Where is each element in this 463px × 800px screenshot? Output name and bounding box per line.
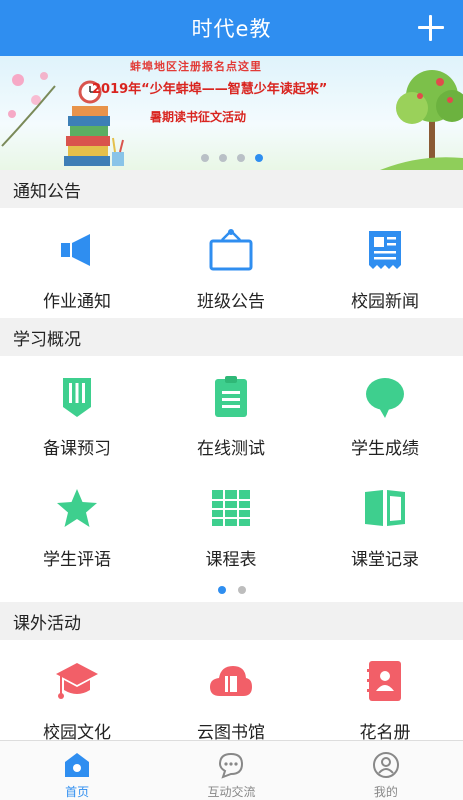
app-header: 时代e教 (0, 0, 463, 56)
notice-board-icon (208, 227, 254, 273)
banner-sub-line: 暑期读书征文活动 (150, 110, 247, 124)
message-icon (219, 752, 244, 779)
chat-bubble-icon (362, 374, 408, 420)
grid-label: 学生评语 (43, 550, 111, 570)
banner-main-line: 2019年“少年蚌埠——智慧少年读起来” (92, 82, 328, 97)
tab-mine[interactable]: 我的 (309, 741, 463, 800)
grid-item-roster[interactable]: 花名册 (308, 658, 462, 743)
megaphone-icon (54, 227, 100, 273)
grid-label: 课堂记录 (351, 550, 419, 570)
grid-label: 课程表 (205, 550, 257, 570)
section-study-title: 学习概况 (0, 318, 463, 356)
grid-item-timetable[interactable]: 课程表 (154, 485, 308, 570)
study-pagination[interactable] (0, 586, 463, 594)
cloud-library-icon (208, 658, 254, 704)
section-activity-title: 课外活动 (0, 602, 463, 640)
grid-item-class-records[interactable]: 课堂记录 (308, 485, 462, 570)
banner-carousel[interactable]: 蚌埠地区注册报名点这里 2019年“少年蚌埠——智慧少年读起来” 暑期读书征文活… (0, 56, 463, 170)
tab-label: 互动交流 (207, 785, 256, 799)
app-title: 时代e教 (191, 17, 272, 41)
tab-label: 首页 (65, 785, 90, 799)
newspaper-icon (362, 227, 408, 273)
clipboard-icon (208, 374, 254, 420)
profile-icon (372, 752, 399, 778)
tab-home[interactable]: 首页 (0, 741, 154, 800)
grid-item-class-notice[interactable]: 班级公告 (154, 227, 308, 312)
roster-icon (362, 658, 408, 704)
grid-label: 学生成绩 (351, 439, 419, 459)
grid-item-student-scores[interactable]: 学生成绩 (308, 374, 462, 459)
banner-dot-3[interactable] (236, 154, 245, 162)
banner-dot-2[interactable] (218, 154, 227, 162)
home-icon (65, 753, 90, 777)
grid-item-campus-news[interactable]: 校园新闻 (308, 227, 462, 312)
grid-label: 备课预习 (43, 439, 111, 459)
grid-label: 作业通知 (43, 292, 111, 312)
pencil-icon (54, 374, 100, 420)
banner-dot-1[interactable] (200, 154, 209, 162)
banner-top-line: 蚌埠地区注册报名点这里 (130, 60, 262, 73)
grid-item-homework-notice[interactable]: 作业通知 (0, 227, 154, 312)
tab-interaction[interactable]: 互动交流 (154, 741, 308, 800)
grid-item-cloud-library[interactable]: 云图书馆 (154, 658, 308, 743)
banner-dot-4[interactable] (254, 154, 263, 162)
timetable-icon (208, 485, 254, 531)
section-notice-title: 通知公告 (0, 170, 463, 208)
grid-item-campus-culture[interactable]: 校园文化 (0, 658, 154, 743)
star-icon (54, 485, 100, 531)
add-icon[interactable] (417, 14, 445, 42)
grid-item-student-comments[interactable]: 学生评语 (0, 485, 154, 570)
graduation-cap-icon (54, 658, 100, 704)
grid-label: 校园新闻 (351, 292, 419, 312)
book-icon (362, 485, 408, 531)
grid-item-online-test[interactable]: 在线测试 (154, 374, 308, 459)
banner-pagination[interactable] (0, 154, 463, 162)
bottom-tab-bar: 首页 互动交流 我的 (0, 740, 463, 800)
tab-label: 我的 (373, 785, 398, 799)
study-page-dot-2[interactable] (237, 586, 246, 594)
study-page-dot-1[interactable] (217, 586, 226, 594)
grid-label: 班级公告 (197, 292, 265, 312)
grid-item-lesson-prep[interactable]: 备课预习 (0, 374, 154, 459)
grid-label: 在线测试 (197, 439, 265, 459)
